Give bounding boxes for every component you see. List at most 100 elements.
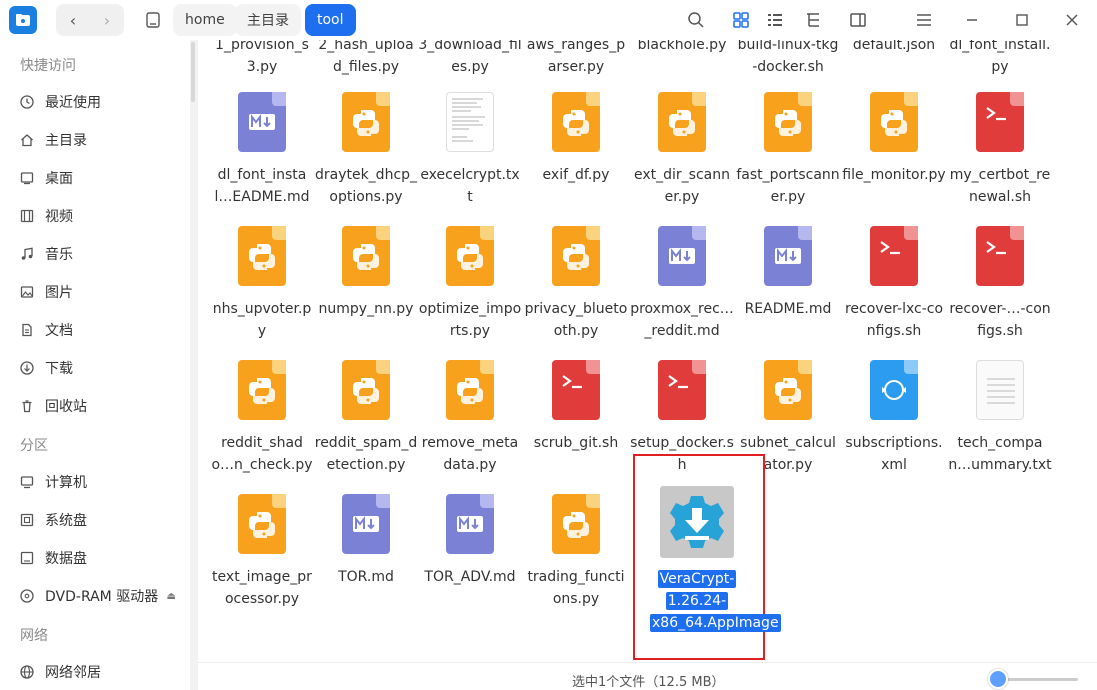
shell-script-icon (658, 360, 706, 420)
sidebar-item-videos[interactable]: 视频 (0, 199, 190, 233)
breadcrumb-home[interactable]: home (173, 4, 237, 36)
breadcrumb-device-button[interactable] (138, 4, 168, 36)
sidebar-item-system-disk[interactable]: 系统盘 (0, 503, 190, 537)
breadcrumb-tool[interactable]: tool (305, 4, 356, 36)
file-item[interactable]: blackhole.py (628, 40, 736, 92)
file-item-label: dl_font_install.py (949, 40, 1051, 75)
side-panel-icon (850, 13, 866, 27)
file-item[interactable]: aws_ranges_parser.py (522, 40, 630, 92)
file-item[interactable]: TOR.md (312, 494, 420, 624)
sidebar-item-home[interactable]: 主目录 (0, 123, 190, 157)
file-item[interactable]: execelcrypt.txt (416, 92, 524, 222)
file-item[interactable]: exif_df.py (522, 92, 630, 222)
sidebar-item-label: 最近使用 (45, 95, 101, 111)
file-item[interactable]: nhs_upvoter.py (208, 226, 316, 356)
file-item[interactable]: build-linux-tkg-docker.sh (734, 40, 842, 92)
sidebar-item-recent[interactable]: 最近使用 (0, 85, 190, 119)
forward-button[interactable]: › (90, 4, 124, 36)
search-button[interactable] (684, 8, 708, 32)
sidebar-splitter[interactable] (190, 40, 198, 690)
file-item[interactable]: TOR_ADV.md (416, 494, 524, 624)
file-item-label: optimize_imports.py (418, 301, 522, 339)
sidebar-item-desktop[interactable]: 桌面 (0, 161, 190, 195)
sidebar-item-label: 回收站 (45, 399, 87, 415)
python-file-icon (342, 226, 390, 286)
file-item[interactable]: scrub_git.sh (522, 360, 630, 490)
sidebar-item-network-neighborhood[interactable]: 网络邻居 (0, 655, 190, 689)
sidebar-item-music[interactable]: 音乐 (0, 237, 190, 271)
sidebar-item-computer[interactable]: 计算机 (0, 465, 190, 499)
python-file-icon (238, 494, 286, 554)
file-item[interactable]: tech_compan…ummary.txt (946, 360, 1054, 490)
file-item[interactable]: recover-…-configs.sh (946, 226, 1054, 356)
file-item-label: numpy_nn.py (318, 301, 414, 317)
sidebar-item-label: 计算机 (45, 475, 87, 491)
menu-button[interactable] (912, 8, 936, 32)
file-item[interactable]: dl_font_instal…EADME.md (208, 92, 316, 222)
sidebar-item-dvd-ram-drive[interactable]: DVD-RAM 驱动器 ⏏ (0, 579, 190, 613)
sidebar-item-data-disk[interactable]: 数据盘 (0, 541, 190, 575)
file-item-label: reddit_spam_detection.py (314, 435, 418, 473)
file-item-label: fast_portscanner.py (736, 167, 840, 205)
file-item[interactable]: recover-lxc-configs.sh (840, 226, 948, 356)
file-item-label: TOR_ADV.md (424, 569, 516, 585)
file-item[interactable]: reddit_shado…n_check.py (208, 360, 316, 490)
file-item[interactable]: draytek_dhcp_options.py (312, 92, 420, 222)
markdown-file-icon (764, 226, 812, 286)
file-item-label: remove_metadata.py (421, 435, 519, 473)
icon-view-button[interactable] (729, 8, 753, 32)
file-item[interactable]: fast_portscanner.py (734, 92, 842, 222)
sidebar-item-label: 文档 (45, 323, 73, 339)
sidebar-group-quick-access: 快捷访问 (20, 58, 76, 74)
maximize-button[interactable] (1010, 8, 1034, 32)
sidebar-item-downloads[interactable]: 下载 (0, 351, 190, 385)
sidebar-item-trash[interactable]: 回收站 (0, 389, 190, 423)
file-item[interactable]: subscriptions.xml (840, 360, 948, 490)
sidebar-item-documents[interactable]: 文档 (0, 313, 190, 347)
file-item[interactable]: text_image_processor.py (208, 494, 316, 624)
file-item[interactable]: proxmox_rec…_reddit.md (628, 226, 736, 356)
minimize-button[interactable] (960, 8, 984, 32)
file-item-label: reddit_shado…n_check.py (211, 435, 313, 473)
eject-icon[interactable]: ⏏ (167, 591, 176, 602)
download-icon (19, 360, 35, 376)
file-item[interactable]: reddit_spam_detection.py (312, 360, 420, 490)
breadcrumb-main-directory[interactable]: 主目录 (235, 4, 301, 36)
back-button[interactable]: ‹ (56, 4, 90, 36)
python-file-icon (238, 360, 286, 420)
file-item[interactable]: trading_functions.py (522, 494, 630, 624)
tree-view-button[interactable] (801, 8, 825, 32)
file-item-label-selected[interactable]: VeraCrypt-1.26.24-x86_64.AppImage (650, 568, 781, 634)
python-file-icon (764, 92, 812, 152)
sidebar-item-pictures[interactable]: 图片 (0, 275, 190, 309)
file-item[interactable]: remove_metadata.py (416, 360, 524, 490)
sidebar-item-label: 音乐 (45, 247, 73, 263)
file-item[interactable]: README.md (734, 226, 842, 356)
file-item-label: 2_hash_upload_files.py (318, 40, 414, 75)
file-item[interactable]: dl_font_install.py (946, 40, 1054, 92)
file-item[interactable]: 3_download_files.py (416, 40, 524, 92)
file-item[interactable]: privacy_bluetooth.py (522, 226, 630, 356)
list-view-button[interactable] (763, 8, 787, 32)
file-item[interactable]: 2_hash_upload_files.py (312, 40, 420, 92)
sidebar-scrollbar[interactable] (191, 42, 195, 102)
file-item[interactable]: ext_dir_scanner.py (628, 92, 736, 222)
maximize-icon (1016, 14, 1028, 26)
python-file-icon (658, 92, 706, 152)
appimage-file-icon[interactable] (660, 486, 734, 558)
markdown-file-icon (238, 92, 286, 152)
close-button[interactable] (1060, 8, 1084, 32)
music-note-icon (19, 246, 35, 262)
detail-panel-button[interactable] (846, 8, 870, 32)
file-item[interactable]: default.json (840, 40, 948, 92)
file-item-label: text_image_processor.py (212, 569, 312, 607)
file-item[interactable]: optimize_imports.py (416, 226, 524, 356)
file-item-label: default.json (852, 40, 936, 53)
file-item[interactable]: 1_provision_s3.py (208, 40, 316, 92)
file-item[interactable]: numpy_nn.py (312, 226, 420, 356)
file-item[interactable]: file_monitor.py (840, 92, 948, 222)
sidebar-item-label: 系统盘 (45, 513, 87, 529)
file-item[interactable]: my_certbot_renewal.sh (946, 92, 1054, 222)
zoom-slider-handle[interactable] (988, 669, 1008, 689)
file-grid: 1_provision_s3.py 2_hash_upload_files.py 3… (198, 40, 1097, 660)
